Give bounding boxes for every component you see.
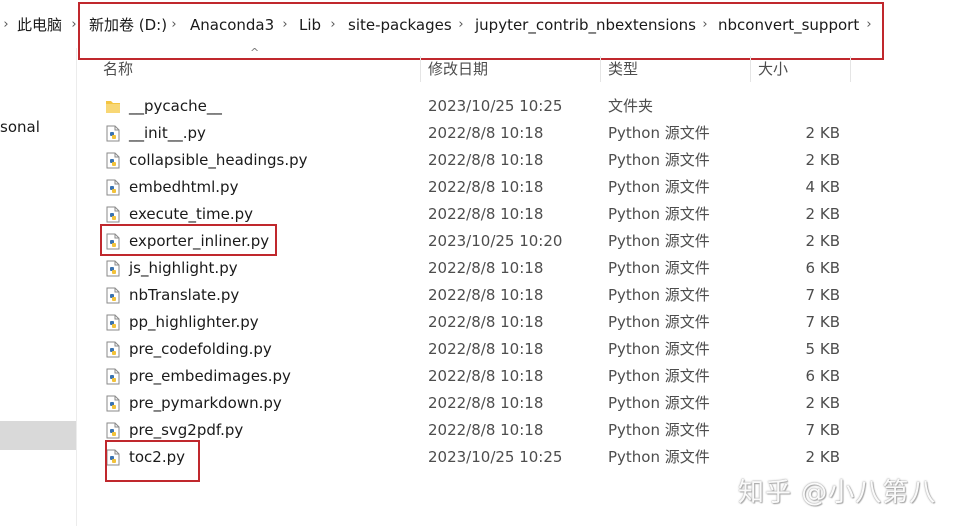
- nav-item-label[interactable]: sonal: [0, 118, 40, 136]
- file-type: Python 源文件: [608, 448, 710, 466]
- file-date: 2022/8/8 10:18: [428, 259, 544, 277]
- python-file-icon: [105, 341, 121, 358]
- file-date: 2023/10/25 10:20: [428, 232, 563, 250]
- file-size: 2 KB: [805, 448, 840, 466]
- file-name: __pycache__: [129, 97, 222, 115]
- file-name: __init__.py: [129, 124, 206, 142]
- python-file-icon: [105, 179, 121, 196]
- file-type: Python 源文件: [608, 205, 710, 223]
- chevron-right-icon[interactable]: ›: [0, 14, 12, 36]
- file-type: Python 源文件: [608, 340, 710, 358]
- file-row[interactable]: collapsible_headings.py 2022/8/8 10:18 P…: [100, 147, 860, 174]
- file-row[interactable]: pre_embedimages.py 2022/8/8 10:18 Python…: [100, 363, 860, 390]
- file-type: Python 源文件: [608, 421, 710, 439]
- folder-icon: [105, 98, 121, 115]
- file-type: Python 源文件: [608, 259, 710, 277]
- file-size: 2 KB: [805, 124, 840, 142]
- file-name: nbTranslate.py: [129, 286, 240, 304]
- file-row[interactable]: toc2.py 2023/10/25 10:25 Python 源文件 2 KB: [100, 444, 860, 471]
- file-type: Python 源文件: [608, 151, 710, 169]
- file-name: collapsible_headings.py: [129, 151, 308, 169]
- file-name: pp_highlighter.py: [129, 313, 259, 331]
- file-type: Python 源文件: [608, 367, 710, 385]
- file-row[interactable]: __pycache__ 2023/10/25 10:25 文件夹: [100, 93, 860, 120]
- file-name: execute_time.py: [129, 205, 254, 223]
- python-file-icon: [105, 422, 121, 439]
- column-divider[interactable]: [750, 56, 751, 82]
- file-size: 2 KB: [805, 151, 840, 169]
- file-name: js_highlight.py: [129, 259, 238, 277]
- python-file-icon: [105, 314, 121, 331]
- file-type: Python 源文件: [608, 313, 710, 331]
- watermark: 知乎 @小八第八: [738, 478, 937, 508]
- python-file-icon: [105, 287, 121, 304]
- file-date: 2023/10/25 10:25: [428, 97, 563, 115]
- file-size: 2 KB: [805, 394, 840, 412]
- python-file-icon: [105, 125, 121, 142]
- file-size: 4 KB: [805, 178, 840, 196]
- file-name: pre_codefolding.py: [129, 340, 272, 358]
- breadcrumb-this-pc[interactable]: 此电脑: [17, 14, 62, 36]
- file-date: 2022/8/8 10:18: [428, 340, 544, 358]
- python-file-icon: [105, 368, 121, 385]
- file-date: 2022/8/8 10:18: [428, 151, 544, 169]
- file-date: 2022/8/8 10:18: [428, 286, 544, 304]
- highlight-box-exporter-inliner: [100, 224, 277, 256]
- file-name: pre_pymarkdown.py: [129, 394, 282, 412]
- file-size: 2 KB: [805, 205, 840, 223]
- file-name: pre_svg2pdf.py: [129, 421, 244, 439]
- column-divider[interactable]: [420, 56, 421, 82]
- file-type: 文件夹: [608, 97, 654, 115]
- navigation-pane[interactable]: sonal: [0, 48, 77, 526]
- file-type: Python 源文件: [608, 394, 710, 412]
- file-row[interactable]: pp_highlighter.py 2022/8/8 10:18 Python …: [100, 309, 860, 336]
- file-row[interactable]: pre_svg2pdf.py 2022/8/8 10:18 Python 源文件…: [100, 417, 860, 444]
- file-type: Python 源文件: [608, 124, 710, 142]
- file-size: 6 KB: [805, 259, 840, 277]
- file-date: 2023/10/25 10:25: [428, 448, 563, 466]
- python-file-icon: [105, 260, 121, 277]
- column-divider[interactable]: [600, 56, 601, 82]
- column-header-date[interactable]: 修改日期: [428, 58, 488, 80]
- python-file-icon: [105, 395, 121, 412]
- file-date: 2022/8/8 10:18: [428, 367, 544, 385]
- file-type: Python 源文件: [608, 178, 710, 196]
- file-row[interactable]: pre_pymarkdown.py 2022/8/8 10:18 Python …: [100, 390, 860, 417]
- file-row[interactable]: embedhtml.py 2022/8/8 10:18 Python 源文件 4…: [100, 174, 860, 201]
- file-date: 2022/8/8 10:18: [428, 205, 544, 223]
- highlight-box-address: [78, 2, 884, 60]
- file-date: 2022/8/8 10:18: [428, 394, 544, 412]
- file-name: pre_embedimages.py: [129, 367, 291, 385]
- file-size: 7 KB: [805, 421, 840, 439]
- file-date: 2022/8/8 10:18: [428, 178, 544, 196]
- file-type: Python 源文件: [608, 232, 710, 250]
- column-header-size[interactable]: 大小: [758, 58, 788, 80]
- file-size: 7 KB: [805, 286, 840, 304]
- file-name: embedhtml.py: [129, 178, 239, 196]
- file-size: 2 KB: [805, 232, 840, 250]
- file-row[interactable]: nbTranslate.py 2022/8/8 10:18 Python 源文件…: [100, 282, 860, 309]
- file-size: 7 KB: [805, 313, 840, 331]
- highlight-box-toc2: [105, 440, 200, 482]
- file-type: Python 源文件: [608, 286, 710, 304]
- file-date: 2022/8/8 10:18: [428, 421, 544, 439]
- file-row[interactable]: __init__.py 2022/8/8 10:18 Python 源文件 2 …: [100, 120, 860, 147]
- column-header-type[interactable]: 类型: [608, 58, 638, 80]
- file-date: 2022/8/8 10:18: [428, 313, 544, 331]
- file-row[interactable]: pre_codefolding.py 2022/8/8 10:18 Python…: [100, 336, 860, 363]
- file-row[interactable]: js_highlight.py 2022/8/8 10:18 Python 源文…: [100, 255, 860, 282]
- file-size: 6 KB: [805, 367, 840, 385]
- sort-ascending-icon: ^: [250, 46, 260, 59]
- file-size: 5 KB: [805, 340, 840, 358]
- python-file-icon: [105, 152, 121, 169]
- file-date: 2022/8/8 10:18: [428, 124, 544, 142]
- column-divider[interactable]: [850, 56, 851, 82]
- column-header-name[interactable]: 名称: [103, 58, 133, 80]
- nav-item-selected[interactable]: [0, 421, 76, 450]
- python-file-icon: [105, 206, 121, 223]
